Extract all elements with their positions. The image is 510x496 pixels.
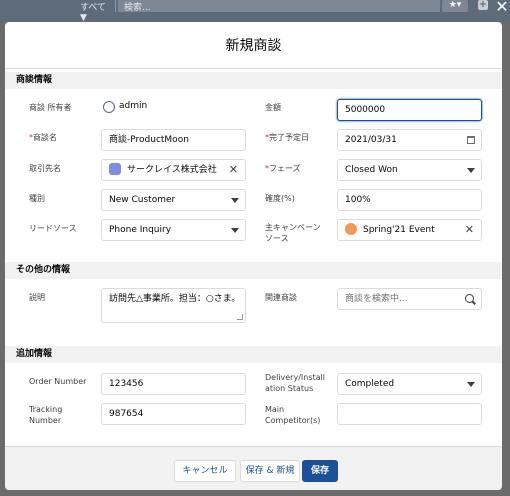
campaign-icon (345, 222, 357, 235)
type-label: 種別 (29, 194, 45, 203)
section-opportunity-info: 商談情報 (5, 72, 502, 89)
related-opp-label: 関連商談 (265, 293, 297, 302)
main-competitors-label-line1: Main (265, 405, 285, 414)
description-label: 説明 (29, 293, 45, 302)
campaign-value: Spring'21 Event (363, 225, 435, 235)
related-opp-search-input[interactable]: 商談を検索中... (337, 288, 482, 310)
probability-label: 確度(%) (265, 194, 295, 203)
save-and-new-button[interactable]: 保存 & 新規 (240, 460, 300, 482)
stage-value: Closed Won (345, 165, 398, 175)
delivery-status-label: Delivery/Install ation Status (265, 372, 325, 394)
tracking-number-input[interactable]: 987654 (101, 403, 246, 425)
stage-label-text: フェーズ (269, 164, 301, 173)
delivery-status-label-line2: ation Status (265, 384, 314, 393)
opp-name-label: *商談名 (29, 132, 57, 143)
close-date-value: 2021/03/31 (345, 135, 397, 145)
delivery-status-label-line1: Delivery/Install (265, 373, 325, 382)
account-value: サークレイス株式会社 (127, 165, 217, 175)
campaign-label: 主キャンペーン ソース (265, 222, 321, 244)
owner-avatar-icon (103, 101, 115, 113)
amount-input[interactable]: 5000000 (337, 99, 482, 121)
calendar-icon[interactable] (467, 136, 475, 144)
owner-value[interactable]: admin (119, 101, 147, 111)
chevron-down-icon (467, 168, 475, 173)
stage-select[interactable]: Closed Won (337, 159, 482, 181)
modal-close-icon[interactable]: ✕ (494, 0, 510, 16)
modal-footer: キャンセル 保存 & 新規 保存 (5, 446, 502, 490)
amount-label: 金額 (265, 103, 281, 112)
type-value: New Customer (109, 195, 176, 205)
campaign-clear-icon[interactable]: ✕ (465, 220, 474, 240)
main-competitors-label-line2: Competitor(s) (265, 416, 321, 425)
close-date-label: *完了予定日 (265, 132, 309, 143)
stage-label: *フェーズ (265, 163, 301, 174)
tracking-number-label: Tracking Number (29, 404, 62, 426)
new-opportunity-modal: 新規商談 商談情報 商談 所有者 admin 金額 5000000 *商談名 商… (5, 22, 502, 490)
close-date-input[interactable]: 2021/03/31 (337, 129, 482, 151)
account-lookup[interactable]: サークレイス株式会社 ✕ (101, 159, 246, 181)
tracking-number-label-line1: Tracking (29, 405, 63, 414)
lead-source-value: Phone Inquiry (109, 225, 172, 235)
save-button[interactable]: 保存 (302, 460, 338, 482)
global-add-icon[interactable]: + (478, 0, 488, 10)
type-select[interactable]: New Customer (101, 189, 246, 211)
campaign-label-line2: ソース (265, 234, 289, 243)
section-other-info: その他の情報 (5, 262, 502, 279)
search-scope-dropdown[interactable]: すべて ▼ (74, 0, 116, 23)
account-label: 取引先名 (29, 164, 61, 173)
modal-header: 新規商談 (5, 22, 502, 69)
delivery-status-select[interactable]: Completed (337, 373, 482, 395)
search-icon (465, 294, 474, 303)
section-additional-info: 追加情報 (5, 346, 502, 363)
main-competitors-input[interactable] (337, 403, 482, 425)
campaign-lookup[interactable]: Spring'21 Event ✕ (337, 219, 482, 241)
account-clear-icon[interactable]: ✕ (229, 160, 238, 180)
order-number-input[interactable]: 123456 (101, 373, 246, 395)
opp-name-label-text: 商談名 (33, 133, 57, 142)
owner-label: 商談 所有者 (29, 103, 72, 112)
main-competitors-label: Main Competitor(s) (265, 404, 320, 426)
chevron-down-icon (231, 198, 239, 203)
chevron-down-icon (231, 228, 239, 233)
global-search-input[interactable]: 検索... (118, 0, 440, 13)
lead-source-label: リードソース (29, 224, 77, 233)
textarea-resize-handle[interactable] (237, 314, 243, 320)
lead-source-select[interactable]: Phone Inquiry (101, 219, 246, 241)
favorites-star-icon[interactable]: ★▾ (442, 0, 468, 12)
chevron-down-icon (467, 382, 475, 387)
tracking-number-label-line2: Number (29, 416, 62, 425)
cancel-button[interactable]: キャンセル (174, 460, 236, 482)
opp-name-input[interactable]: 商談-ProductMoon (101, 129, 246, 151)
campaign-label-line1: 主キャンペーン (265, 223, 321, 232)
description-textarea[interactable]: 訪問先△事業所。担当：○さま。 (101, 288, 246, 323)
delivery-status-value: Completed (345, 379, 395, 389)
close-date-label-text: 完了予定日 (269, 133, 309, 142)
modal-title: 新規商談 (225, 38, 282, 54)
probability-input[interactable]: 100% (337, 189, 482, 211)
order-number-label: Order Number (29, 377, 87, 386)
related-opp-placeholder: 商談を検索中... (345, 294, 408, 304)
account-icon (109, 162, 121, 175)
